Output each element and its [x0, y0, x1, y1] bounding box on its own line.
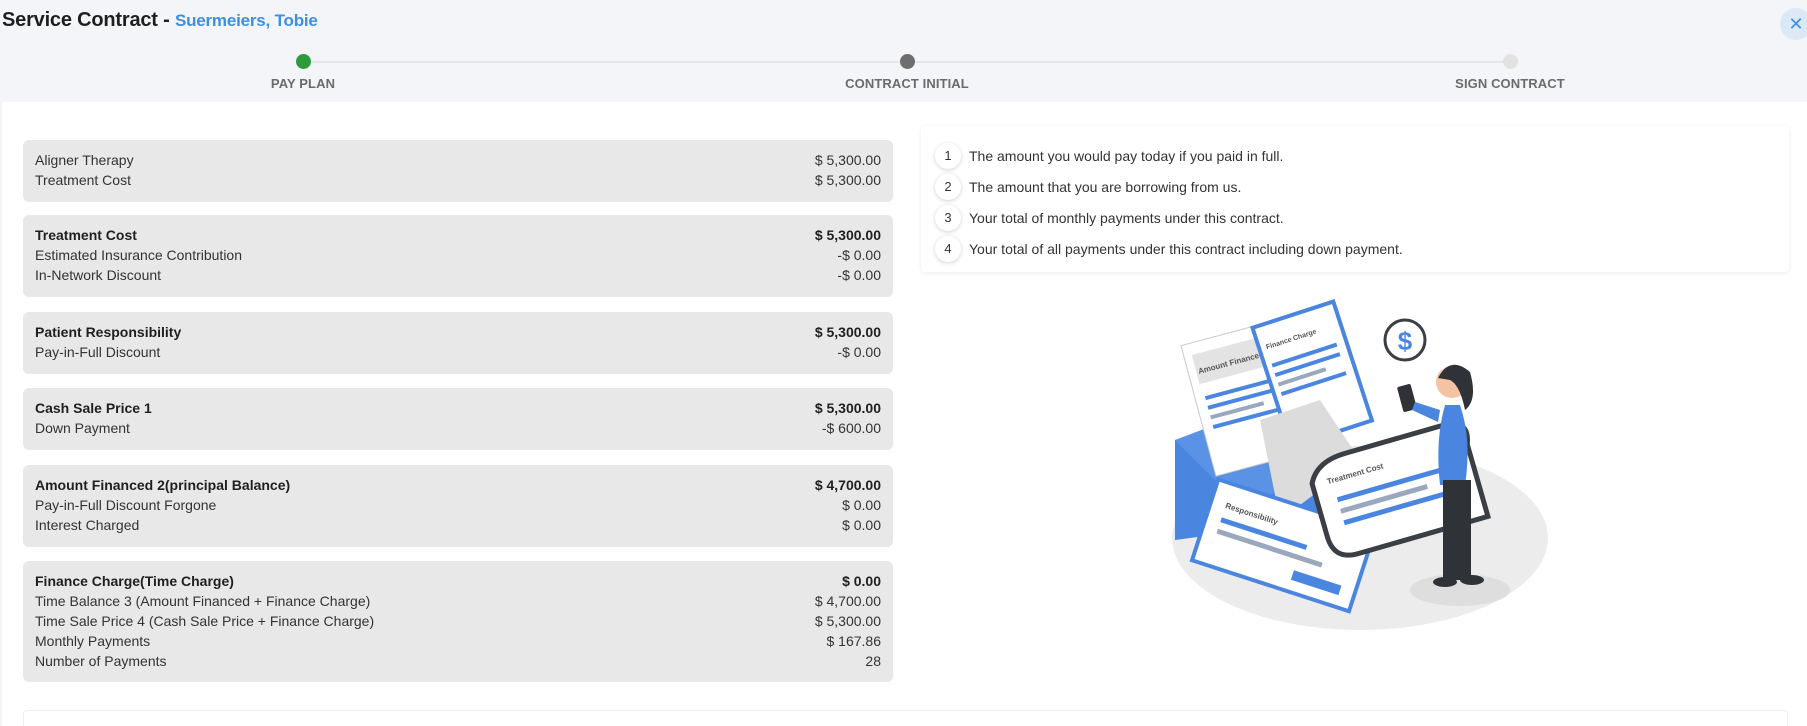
- card-patient-responsibility: Patient Responsibility $ 5,300.00 Pay-in-…: [23, 312, 893, 374]
- svg-text:$: $: [1398, 326, 1413, 356]
- footnote-number: 4: [935, 235, 961, 262]
- cost-row: Finance Charge(Time Charge) $ 0.00: [35, 573, 881, 589]
- step-dot: [295, 54, 311, 69]
- stepper: PAY PLAN CONTRACT INITIAL SIGN CONTRACT: [0, 50, 1807, 100]
- cost-row: Aligner Therapy $ 5,300.00: [35, 152, 881, 168]
- cost-row: Time Sale Price 4 (Cash Sale Price + Fin…: [35, 613, 881, 629]
- cost-row: Interest Charged $ 0.00: [35, 517, 881, 533]
- illustration-svg: Amount Financed Finance Charge Responsib…: [1172, 299, 1548, 630]
- footnote-item: 1 The amount you would pay today if you …: [935, 140, 1775, 171]
- card-treatment-cost: Treatment Cost $ 5,300.00 Estimated Insur…: [23, 215, 893, 297]
- step-dot: [899, 54, 915, 69]
- cost-row: Treatment Cost $ 5,300.00: [35, 227, 881, 243]
- dollar-bubble-icon: $: [1383, 318, 1427, 362]
- footnote-number: 3: [935, 204, 961, 231]
- footnote-item: 2 The amount that you are borrowing from…: [935, 171, 1775, 202]
- step-label: SIGN CONTRACT: [1455, 76, 1565, 91]
- footnote-number: 1: [935, 142, 961, 169]
- step-label: CONTRACT INITIAL: [845, 76, 969, 91]
- cost-row: Monthly Payments $ 167.86: [35, 633, 881, 649]
- footnote-text: The amount you would pay today if you pa…: [969, 147, 1284, 164]
- close-icon: ✕: [1788, 13, 1804, 34]
- cost-row: In-Network Discount -$ 0.00: [35, 267, 881, 283]
- step-sign-contract[interactable]: SIGN CONTRACT: [1410, 54, 1610, 91]
- footnote-text: Your total of monthly payments under thi…: [969, 209, 1284, 226]
- cost-row: Time Balance 3 (Amount Financed + Financ…: [35, 593, 881, 609]
- cost-row: Down Payment -$ 600.00: [35, 420, 881, 436]
- cost-row: Treatment Cost $ 5,300.00: [35, 172, 881, 188]
- step-pay-plan[interactable]: PAY PLAN: [203, 54, 403, 91]
- footnote-text: Your total of all payments under this co…: [969, 240, 1403, 257]
- title-text: Service Contract -: [2, 9, 170, 31]
- footnote-item: 3 Your total of monthly payments under t…: [935, 202, 1775, 233]
- cost-row: Estimated Insurance Contribution -$ 0.00: [35, 247, 881, 263]
- footnote-number: 2: [935, 173, 961, 200]
- footnote-item: 4 Your total of all payments under this …: [935, 233, 1775, 264]
- contract-illustration: Amount Financed Finance Charge Responsib…: [1160, 290, 1580, 650]
- card-aligner-therapy: Aligner Therapy $ 5,300.00 Treatment Cost…: [23, 140, 893, 202]
- cost-row: Pay-in-Full Discount -$ 0.00: [35, 344, 881, 360]
- patient-name[interactable]: Suermeiers, Tobie: [175, 11, 318, 30]
- step-contract-initial[interactable]: CONTRACT INITIAL: [807, 54, 1007, 91]
- card-amount-financed: Amount Financed 2(principal Balance) $ 4,…: [23, 465, 893, 547]
- cost-row: Pay-in-Full Discount Forgone $ 0.00: [35, 497, 881, 513]
- step-dot: [1502, 54, 1518, 69]
- bottom-section-edge: [23, 710, 1788, 726]
- card-cash-sale-price: Cash Sale Price 1 $ 5,300.00 Down Payment…: [23, 388, 893, 450]
- cost-row: Amount Financed 2(principal Balance) $ 4,…: [35, 477, 881, 493]
- card-finance-charge: Finance Charge(Time Charge) $ 0.00 Time B…: [23, 561, 893, 682]
- step-label: PAY PLAN: [270, 76, 336, 91]
- header: Service Contract - Suermeiers, Tobie ✕ P…: [0, 0, 1807, 102]
- page-title: Service Contract - Suermeiers, Tobie: [2, 9, 318, 32]
- cost-row: Patient Responsibility $ 5,300.00: [35, 324, 881, 340]
- cost-row: Number of Payments 28: [35, 653, 881, 669]
- cost-row: Cash Sale Price 1 $ 5,300.00: [35, 400, 881, 416]
- close-button[interactable]: ✕: [1780, 8, 1807, 40]
- footnote-legend: 1 The amount you would pay today if you …: [921, 126, 1789, 272]
- footnote-text: The amount that you are borrowing from u…: [969, 178, 1242, 195]
